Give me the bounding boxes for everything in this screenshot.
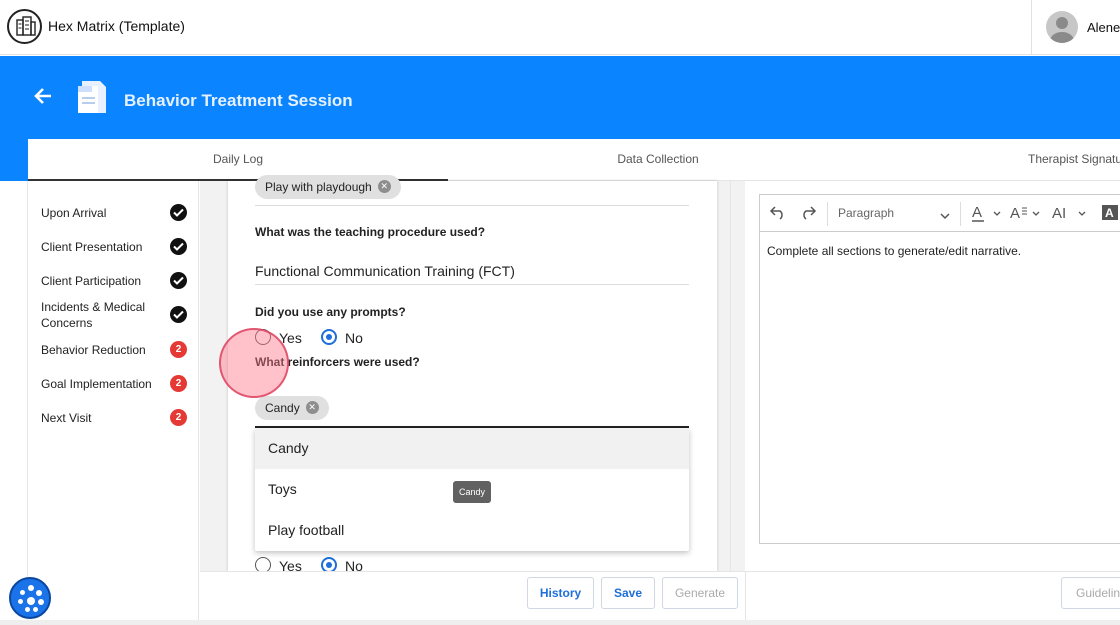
- save-button[interactable]: Save: [601, 577, 655, 609]
- chevron-down-icon[interactable]: [940, 207, 950, 224]
- sidebar-item-client-presentation[interactable]: Client Presentation: [41, 239, 191, 255]
- bottom-edge: [0, 620, 1120, 625]
- divider: [255, 205, 689, 206]
- undo-icon[interactable]: [769, 204, 787, 224]
- highlight-icon[interactable]: A: [1102, 204, 1120, 226]
- remove-chip-icon[interactable]: ✕: [377, 180, 391, 194]
- avatar[interactable]: [1046, 11, 1078, 43]
- tooltip: Candy: [453, 481, 491, 503]
- toolbar-separator: [960, 202, 961, 226]
- chip-candy[interactable]: Candy ✕: [255, 396, 329, 420]
- top-bar: Hex Matrix (Template) Alene: [0, 0, 1120, 55]
- divider: [745, 571, 746, 620]
- sidebar-item-client-participation[interactable]: Client Participation: [41, 273, 191, 289]
- radio-prompts-no[interactable]: [321, 329, 337, 345]
- sidebar-item-upon-arrival[interactable]: Upon Arrival: [41, 205, 191, 221]
- chip-label: Candy: [265, 401, 300, 415]
- chip-play-with-playdough[interactable]: Play with playdough ✕: [255, 175, 401, 199]
- redo-icon[interactable]: [799, 204, 817, 224]
- count-badge: 2: [170, 375, 187, 392]
- sidebar-item-behavior-reduction[interactable]: Behavior Reduction: [41, 342, 191, 358]
- check-circle-icon: [170, 306, 187, 323]
- check-circle-icon: [170, 238, 187, 255]
- section-sidebar: Upon Arrival Client Presentation Client …: [27, 181, 199, 625]
- question-teaching-procedure: What was the teaching procedure used?: [255, 225, 486, 239]
- divider: [255, 284, 689, 285]
- question-prompts: Did you use any prompts?: [255, 305, 406, 319]
- editor-placeholder-text: Complete all sections to generate/edit n…: [767, 244, 1022, 258]
- narrative-editor[interactable]: Paragraph A A AI A Complete all sections…: [759, 194, 1120, 544]
- document-icon: [74, 78, 110, 116]
- font-size-icon[interactable]: A: [1010, 203, 1046, 227]
- tab-bar-accent: [0, 139, 28, 181]
- help-widget-icon[interactable]: [9, 577, 51, 619]
- font-color-icon[interactable]: A: [972, 203, 1004, 227]
- block-format-select[interactable]: Paragraph: [838, 206, 894, 220]
- user-name: Alene: [1087, 20, 1120, 35]
- click-indicator: [219, 328, 289, 398]
- sidebar-item-goal-implementation[interactable]: Goal Implementation: [41, 376, 191, 392]
- dropdown-option-play-football[interactable]: Play football: [255, 510, 689, 551]
- svg-text:A: A: [1010, 205, 1020, 222]
- arrow-left-icon[interactable]: [33, 86, 53, 110]
- remove-chip-icon[interactable]: ✕: [305, 401, 319, 415]
- tab-data-collection[interactable]: Data Collection: [448, 139, 868, 181]
- toolbar-separator: [827, 202, 828, 226]
- check-circle-icon: [170, 272, 187, 289]
- count-badge: 2: [170, 409, 187, 426]
- action-bar: [200, 571, 1120, 620]
- sidebar-item-incidents[interactable]: Incidents & Medical Concerns: [41, 299, 156, 331]
- page-header: Behavior Treatment Session: [0, 56, 1120, 139]
- text-case-icon[interactable]: AI: [1052, 203, 1092, 227]
- app-logo-icon[interactable]: [7, 9, 42, 44]
- svg-text:A: A: [972, 204, 982, 221]
- tab-bar: Daily Log Data Collection Therapist Sign…: [0, 139, 1120, 181]
- svg-text:AI: AI: [1052, 205, 1066, 222]
- sidebar-item-next-visit[interactable]: Next Visit: [41, 410, 191, 426]
- user-menu[interactable]: Alene: [1031, 0, 1120, 55]
- chip-label: Play with playdough: [265, 180, 372, 194]
- count-badge: 2: [170, 341, 187, 358]
- history-button[interactable]: History: [527, 577, 594, 609]
- teaching-procedure-field[interactable]: Functional Communication Training (FCT): [255, 263, 515, 279]
- dropdown-option-candy[interactable]: Candy: [255, 428, 689, 469]
- app-title: Hex Matrix (Template): [48, 18, 185, 34]
- editor-toolbar: Paragraph A A AI A: [760, 195, 1120, 232]
- generate-button[interactable]: Generate: [662, 577, 738, 609]
- check-circle-icon: [170, 204, 187, 221]
- page-title: Behavior Treatment Session: [124, 91, 353, 110]
- radio-label-no: No: [345, 330, 363, 346]
- svg-text:A: A: [1105, 206, 1114, 220]
- guidelines-button[interactable]: Guidelin: [1061, 577, 1120, 609]
- tab-therapist-signature[interactable]: Therapist Signatu: [1028, 139, 1120, 181]
- panel-divider: [730, 181, 731, 571]
